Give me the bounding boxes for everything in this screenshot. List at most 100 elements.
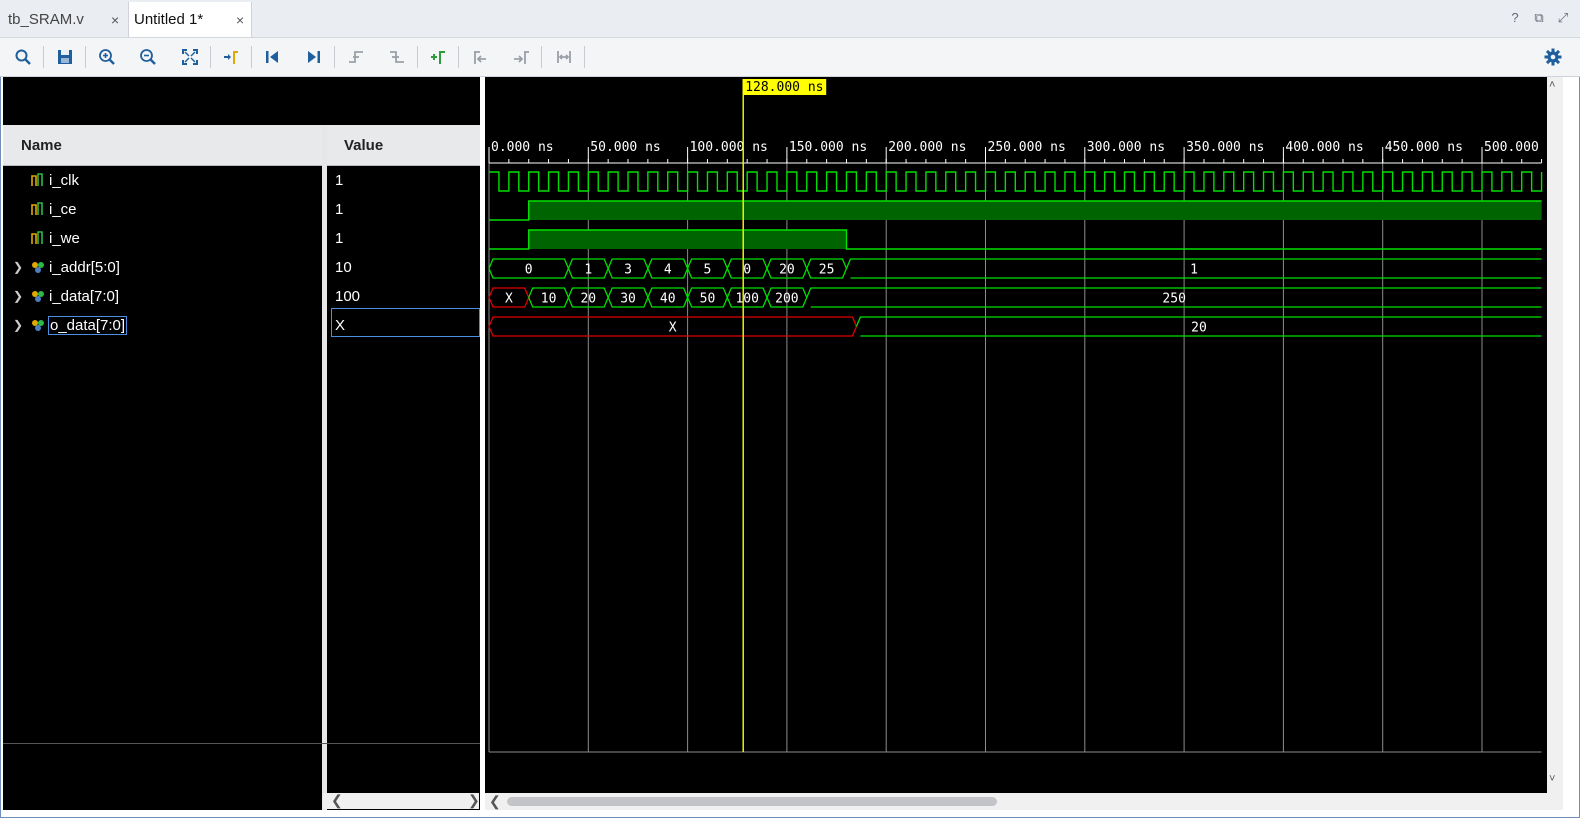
wave-i-addr-value-label: 3 — [624, 263, 632, 278]
tab-bar: tb_SRAM.v × Untitled 1* × ? ⧉ ⤢ — [0, 0, 1580, 38]
go-to-start-icon[interactable] — [259, 44, 285, 70]
ruler-tick-label: 150.000 ns — [789, 140, 867, 155]
zoom-fit-icon[interactable] — [177, 44, 203, 70]
wave-i-addr-value-label: 25 — [819, 263, 835, 278]
previous-transition-icon[interactable] — [343, 44, 369, 70]
chevron-right-icon[interactable]: ❯ — [13, 318, 23, 332]
signal-name: i_we — [49, 230, 80, 247]
signal-row-i-ce[interactable]: i_ce 1 — [3, 196, 480, 225]
tab-label: tb_SRAM.v — [8, 11, 84, 28]
save-icon[interactable] — [52, 44, 78, 70]
toolbar — [0, 38, 1580, 77]
restore-icon[interactable]: ⧉ — [1532, 10, 1546, 26]
ruler-tick-label: 300.000 ns — [1087, 140, 1165, 155]
selected-value-box — [331, 308, 480, 337]
signal-name: i_data[7:0] — [49, 288, 120, 305]
tab-close-icon[interactable]: × — [111, 12, 119, 28]
pane-divider — [3, 743, 480, 744]
chevron-right-icon[interactable]: ❯ — [13, 260, 23, 274]
vertical-scrollbar[interactable]: ˄ ˅ — [1547, 77, 1563, 793]
scroll-left-icon[interactable]: ❮ — [489, 793, 501, 810]
chevron-right-icon[interactable]: ❯ — [13, 289, 23, 303]
ruler-tick-label: 200.000 ns — [888, 140, 966, 155]
wave-i-addr-value-label: 20 — [779, 263, 795, 278]
scroll-down-icon[interactable]: ˅ — [1549, 773, 1555, 785]
tab-untitled-1[interactable]: Untitled 1* × — [128, 2, 252, 37]
signal-value: 1 — [335, 172, 344, 189]
scroll-up-icon[interactable]: ˄ — [1549, 79, 1555, 91]
column-header — [3, 125, 480, 166]
ruler-tick-label: 500.000 ns — [1484, 140, 1547, 155]
bit-signal-icon — [31, 173, 43, 186]
add-marker-icon[interactable] — [425, 44, 451, 70]
wave-i-data-value-label: X — [505, 292, 513, 307]
next-transition-icon[interactable] — [384, 44, 410, 70]
next-marker-icon[interactable] — [508, 44, 534, 70]
ruler-tick-label: 50.000 ns — [590, 140, 660, 155]
gear-icon[interactable] — [1540, 44, 1566, 70]
scroll-thumb[interactable] — [507, 797, 997, 806]
go-to-cursor-icon[interactable] — [218, 44, 244, 70]
value-horizontal-scrollbar[interactable]: ❮ ❯ — [323, 792, 480, 809]
signal-row-o-data[interactable]: ❯ o_data[7:0] X — [3, 308, 480, 341]
ruler-tick-label: 0.000 ns — [491, 140, 554, 155]
waveform-canvas[interactable]: 0.000 ns 50.000 ns 100.000 ns 150.000 ns 200… — [485, 77, 1562, 793]
wave-i-addr-value-label: 5 — [704, 263, 712, 278]
signal-value: 100 — [335, 288, 361, 305]
maximize-icon[interactable]: ⤢ — [1556, 10, 1570, 26]
ruler-tick-label: 250.000 ns — [988, 140, 1066, 155]
signal-row-i-we[interactable]: i_we 1 — [3, 225, 480, 254]
scroll-left-icon[interactable]: ❮ — [331, 792, 343, 809]
wave-o-data-value-label: X — [669, 321, 677, 336]
grid-lines — [488, 163, 1542, 753]
signal-value: X — [335, 317, 346, 334]
waveform-horizontal-scrollbar[interactable]: ❮ — [485, 793, 1563, 810]
tab-tb-sram[interactable]: tb_SRAM.v × — [0, 2, 128, 37]
bit-signal-icon — [31, 231, 43, 244]
wave-i-ce-high-fill — [528, 201, 1542, 220]
wave-i-data-value-label: 40 — [660, 292, 676, 307]
value-column-header[interactable]: Value — [344, 137, 383, 154]
signal-name: o_data[7:0] — [47, 316, 128, 335]
bus-signal-icon — [32, 320, 44, 331]
wave-i-we-high-fill — [528, 230, 847, 249]
signal-row-i-clk[interactable]: i_clk 1 — [3, 167, 480, 196]
wave-i-data-value-label: 20 — [580, 292, 596, 307]
go-to-end-icon[interactable] — [301, 44, 327, 70]
swap-cursors-icon[interactable] — [551, 44, 577, 70]
wave-i-data-value-label: 100 — [735, 292, 758, 307]
wave-i-data-value-label: 30 — [620, 292, 636, 307]
wave-i-data-value-label: 250 — [1162, 292, 1185, 307]
signal-value: 1 — [335, 230, 344, 247]
wave-i-clk — [489, 171, 1543, 192]
zoom-in-icon[interactable] — [94, 44, 120, 70]
time-cursor: 128.000 ns — [742, 79, 827, 752]
wave-i-addr-value-label: 1 — [1190, 263, 1198, 278]
ruler-tick-label: 100.000 ns — [690, 140, 768, 155]
ruler-tick-label: 400.000 ns — [1285, 140, 1363, 155]
wave-i-addr-value-label: 4 — [664, 263, 672, 278]
search-icon[interactable] — [10, 44, 36, 70]
waveform-pane[interactable]: 0.000 ns 50.000 ns 100.000 ns 150.000 ns 200… — [485, 77, 1562, 793]
zoom-out-icon[interactable] — [135, 44, 161, 70]
ruler-tick-label: 450.000 ns — [1385, 140, 1463, 155]
name-column-header[interactable]: Name — [21, 137, 62, 154]
signal-name: i_clk — [49, 172, 80, 189]
help-icon[interactable]: ? — [1508, 10, 1522, 26]
timeline-ruler: 0.000 ns 50.000 ns 100.000 ns 150.000 ns 200… — [488, 140, 1562, 164]
wave-i-addr-value-label: 1 — [584, 263, 592, 278]
ruler-tick-label: 350.000 ns — [1186, 140, 1264, 155]
signal-value: 1 — [335, 201, 344, 218]
scroll-right-icon[interactable]: ❯ — [468, 792, 480, 809]
signal-name: i_addr[5:0] — [49, 259, 120, 276]
tab-close-icon[interactable]: × — [236, 12, 244, 28]
signal-row-i-addr[interactable]: ❯ i_addr[5:0] 10 — [3, 254, 480, 283]
wave-i-data-value-label: 200 — [775, 292, 798, 307]
signal-list-pane: Name Value i_clk 1 i_ce 1 i_we 1 ❯ i_add… — [3, 77, 480, 810]
wave-i-addr-value-label: 0 — [525, 263, 533, 278]
bus-signal-icon — [32, 262, 44, 273]
signal-waves: 0 1 3 4 5 0 20 25 1X 10 20 30 40 50 100 200 250X 20 — [488, 171, 1543, 337]
previous-marker-icon[interactable] — [467, 44, 493, 70]
window-controls: ? ⧉ ⤢ — [1508, 10, 1570, 26]
signal-value: 10 — [335, 259, 352, 276]
